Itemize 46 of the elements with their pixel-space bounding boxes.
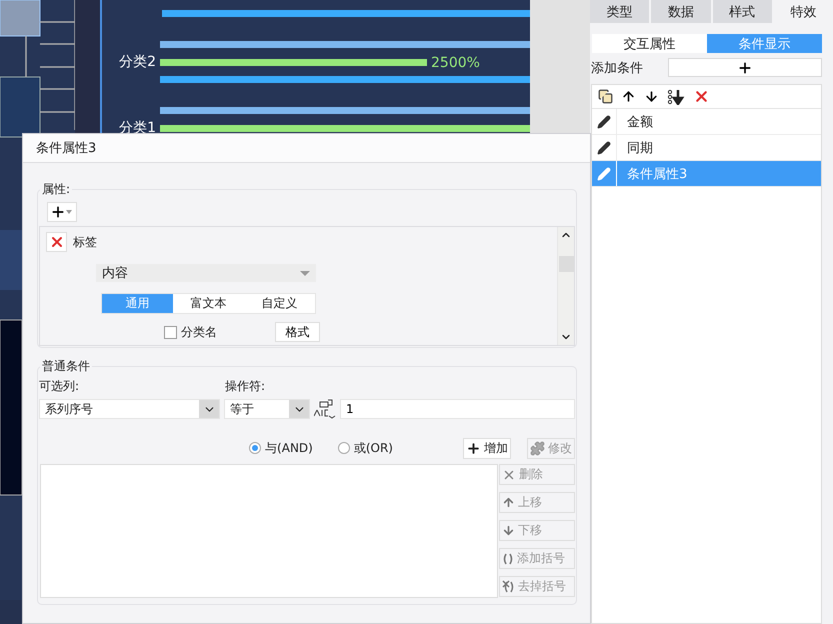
arrow-down-icon xyxy=(502,524,515,537)
value-label: 2500% xyxy=(431,54,480,70)
remove-brackets-icon xyxy=(502,580,515,593)
logic-radio[interactable]: 与(AND) xyxy=(249,440,313,456)
pencil-icon xyxy=(597,114,611,128)
category-label: 分类2 xyxy=(118,53,157,71)
move-to-bottom-button[interactable] xyxy=(667,88,685,104)
attribute-label: 标签 xyxy=(73,234,97,250)
remove-attribute-button[interactable] xyxy=(46,232,67,252)
add-condition-label: 添加条件 xyxy=(591,60,644,76)
field-label: 操作符: xyxy=(225,378,266,395)
value-input[interactable]: 1 xyxy=(340,399,575,419)
operator-select[interactable]: 等于 xyxy=(224,399,310,419)
format-button[interactable]: 格式 xyxy=(275,322,320,342)
panel-tab[interactable]: 数据 xyxy=(651,0,710,23)
condition-item[interactable]: 同期 xyxy=(592,135,821,161)
dialog-title: 条件属性3 xyxy=(36,140,96,157)
plus-icon xyxy=(50,204,66,220)
copy-button[interactable] xyxy=(598,89,613,104)
category-name-checkbox[interactable] xyxy=(164,326,177,338)
value-type-icon xyxy=(314,399,336,419)
field-label: 可选列: xyxy=(39,378,80,395)
content-dropdown[interactable]: 内容 xyxy=(96,264,316,282)
pencil-icon xyxy=(597,166,611,180)
logic-radio[interactable]: 或(OR) xyxy=(338,440,393,456)
plus-icon xyxy=(466,440,481,456)
pencil-icon xyxy=(597,140,611,154)
group-legend: 属性: xyxy=(40,181,72,198)
arrow-up-icon xyxy=(502,496,515,509)
group-legend: 普通条件 xyxy=(40,358,92,375)
puzzle-icon xyxy=(530,440,545,456)
panel-tab[interactable]: 类型 xyxy=(590,0,650,23)
checkbox-label: 分类名 xyxy=(181,324,218,340)
plus-icon xyxy=(737,60,753,76)
move-up-button[interactable] xyxy=(621,89,636,104)
brackets-icon xyxy=(502,552,514,564)
add-button[interactable]: 增加 xyxy=(463,438,511,458)
sub-tab[interactable]: 交互属性 xyxy=(592,34,707,53)
add-attribute-button[interactable] xyxy=(47,202,77,222)
delete-button[interactable] xyxy=(693,88,710,105)
scrollbar-thumb[interactable] xyxy=(558,256,574,272)
panel-tab[interactable]: 样式 xyxy=(712,0,772,23)
move-down-button[interactable] xyxy=(644,89,659,104)
column-select[interactable]: 系列序号 xyxy=(39,399,220,419)
condition-item[interactable]: 金额 xyxy=(592,109,821,135)
scrollbar[interactable] xyxy=(557,227,574,345)
